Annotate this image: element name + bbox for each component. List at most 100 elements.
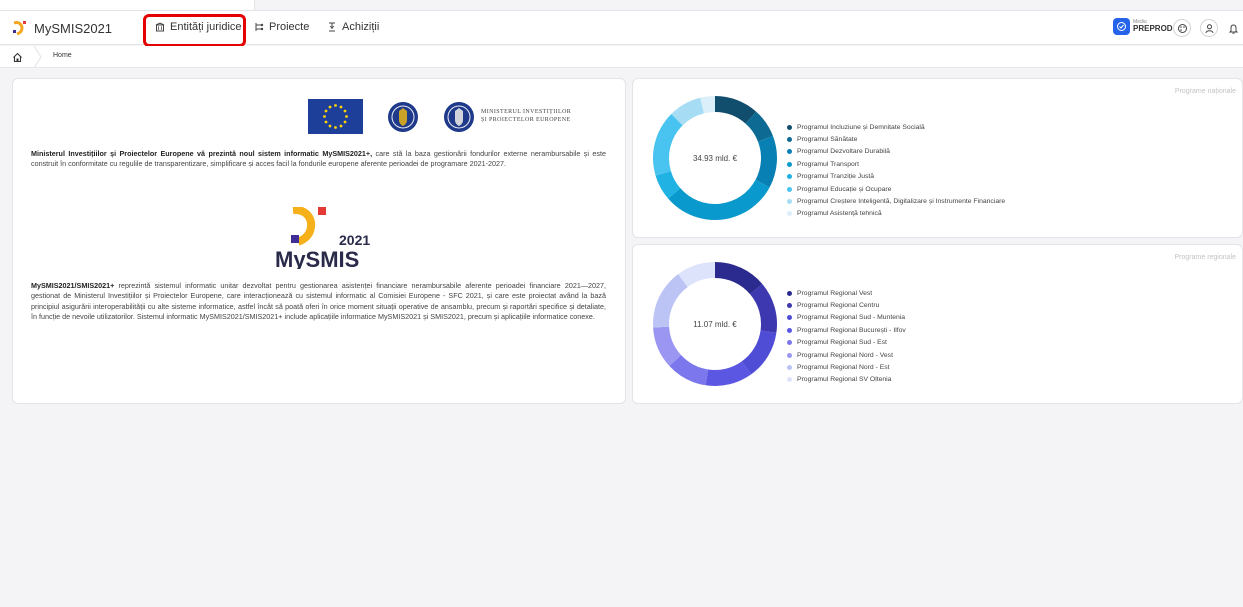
legend-dot (787, 327, 792, 333)
logo-year: 2021 (339, 232, 370, 248)
system-description-text: reprezintă sistemul informatic unitar de… (31, 281, 606, 322)
ministry-name: MINISTERUL INVESTIȚIILOR ȘI PROIECTELOR … (481, 109, 572, 123)
legend-dot (787, 211, 792, 217)
eu-star (334, 126, 337, 129)
intro-card: MINISTERUL INVESTIȚIILOR ȘI PROIECTELOR … (12, 78, 626, 404)
theme-button[interactable] (1173, 19, 1191, 37)
legend-dot (787, 290, 792, 296)
legend-dot (787, 161, 792, 167)
eu-star (339, 124, 343, 128)
legend-item[interactable]: Programul Regional Nord - Est (787, 361, 906, 373)
legend-label: Programul Regional Sud - Est (797, 339, 887, 347)
legend-label: Programul Sănătate (797, 136, 858, 144)
nav-label: Entități juridice (170, 21, 242, 33)
eu-star (328, 124, 332, 128)
national-legend: Programul Incluziune și Demnitate Social… (787, 121, 1005, 220)
eu-star (324, 120, 328, 124)
top-navigation-bar: MySMIS2021 Entități juridice Proiecte Ac… (0, 10, 1243, 47)
regional-legend: Programul Regional Vest Programul Regiona… (787, 287, 906, 386)
legend-item[interactable]: Programul Regional Nord - Vest (787, 349, 906, 361)
app-name: MySMIS2021 (34, 20, 113, 36)
legend-item[interactable]: Programul Incluziune și Demnitate Social… (787, 121, 1005, 133)
environment-name: PREPROD (1133, 24, 1173, 33)
home-icon (12, 52, 22, 62)
legend-item[interactable]: Programul Creștere Inteligentă, Digitali… (787, 195, 1005, 207)
home-button[interactable] (10, 50, 24, 64)
nav-proiecte[interactable]: Proiecte (254, 21, 309, 33)
browser-tab-strip (0, 0, 255, 10)
legend-label: Programul Regional Vest (797, 289, 873, 297)
ministry-emblem-icon (444, 101, 474, 132)
environment-icon (1113, 18, 1130, 35)
legend-item[interactable]: Programul Dezvoltare Durabilă (787, 146, 1005, 158)
legend-dot (787, 124, 792, 130)
system-description: MySMIS2021/SMIS2021+ reprezintă sistemul… (31, 281, 606, 323)
legend-item[interactable]: Programul Transport (787, 158, 1005, 170)
legend-item[interactable]: Programul Tranziție Justă (787, 171, 1005, 183)
legend-item[interactable]: Programul Regional SV Oltenia (787, 374, 906, 386)
legend-label: Programul Transport (797, 160, 859, 168)
mysmis-logo-icon (13, 21, 26, 36)
nav-entitati-juridice[interactable]: Entități juridice (155, 21, 242, 33)
gavel-icon (329, 22, 335, 32)
eu-star (345, 115, 348, 118)
legend-dot (787, 199, 792, 205)
eu-star (324, 109, 328, 113)
legend-item[interactable]: Programul Sănătate (787, 133, 1005, 145)
legend-item[interactable]: Programul Regional Centru (787, 299, 906, 311)
legend-item[interactable]: Programul Regional Sud - Muntenia (787, 312, 906, 324)
legend-label: Programul Tranziție Justă (797, 173, 875, 181)
palette-icon (1177, 23, 1187, 33)
legend-dot (787, 315, 792, 321)
breadcrumb-home[interactable]: Home (53, 52, 72, 59)
legend-label: Programul Regional Nord - Est (797, 364, 890, 372)
regional-programs-card: Programe regionale 11.07 mld. € Programu… (632, 244, 1243, 404)
legend-label: Programul Regional București - Ilfov (797, 326, 906, 334)
legend-label: Programul Creștere Inteligentă, Digitali… (797, 198, 1006, 206)
legend-label: Programul Asistență tehnică (797, 210, 882, 218)
legend-label: Programul Regional Nord - Vest (797, 351, 893, 359)
mysmis2021-logo: 2021 MySMIS (275, 207, 370, 269)
legend-dot (787, 365, 792, 371)
notifications-button[interactable] (1224, 19, 1242, 37)
legend-item[interactable]: Programul Regional Sud - Est (787, 337, 906, 349)
system-description-bold: MySMIS2021/SMIS2021+ (31, 281, 115, 290)
partner-logos: MINISTERUL INVESTIȚIILOR ȘI PROIECTELOR … (308, 99, 571, 134)
legend-label: Programul Regional Centru (797, 302, 880, 310)
breadcrumb-separator (33, 46, 42, 68)
intro-paragraph: Ministerul Investițiilor și Proiectelor … (31, 149, 606, 170)
app-brand[interactable]: MySMIS2021 (12, 20, 112, 36)
legend-dot (787, 137, 792, 143)
national-donut-chart: 34.93 mld. € (650, 93, 780, 223)
legend-dot (787, 149, 792, 155)
legend-label: Programul Regional Sud - Muntenia (797, 314, 906, 322)
breadcrumb: Home (0, 46, 1243, 68)
legend-item[interactable]: Programul Asistență tehnică (787, 208, 1005, 220)
legend-dot (787, 340, 792, 346)
legend-label: Programul Educație și Ocupare (797, 185, 892, 193)
national-programs-card: Programe naționale 34.93 mld. € Programu… (632, 78, 1243, 238)
legend-item[interactable]: Programul Regional București - Ilfov (787, 324, 906, 336)
legend-label: Programul Dezvoltare Durabilă (797, 148, 890, 156)
donut-total: 34.93 mld. € (692, 153, 738, 163)
legend-dot (787, 186, 792, 192)
building-icon (155, 22, 165, 32)
nav-label: Proiecte (269, 21, 310, 33)
donut-total: 11.07 mld. € (693, 319, 737, 329)
eu-star (323, 115, 326, 118)
eu-star (339, 105, 343, 109)
eu-star (343, 120, 347, 124)
eu-star (343, 109, 347, 113)
logo-name: MySMIS (275, 247, 359, 269)
legend-dot (787, 377, 792, 383)
legend-item[interactable]: Programul Educație și Ocupare (787, 183, 1005, 195)
eu-star (328, 105, 332, 109)
user-profile-button[interactable] (1200, 19, 1218, 37)
environment-badge[interactable]: Mediu PREPROD (1113, 18, 1173, 35)
eu-star (334, 104, 337, 107)
nav-achizitii[interactable]: Achiziții (327, 21, 379, 33)
regional-donut-chart: 11.07 mld. € (650, 259, 780, 389)
eu-flag-icon (308, 99, 363, 134)
romania-coat-of-arms-icon (388, 101, 418, 132)
legend-item[interactable]: Programul Regional Vest (787, 287, 906, 299)
